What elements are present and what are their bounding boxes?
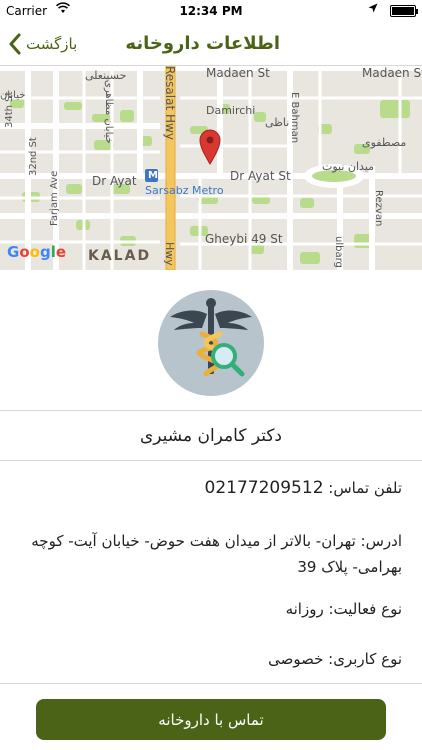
phone-row[interactable]: تلفن تماس: 02177209512	[205, 478, 402, 498]
divider	[0, 683, 422, 684]
map-label: KALAD	[88, 248, 152, 264]
activity-value: روزانه	[285, 600, 324, 618]
status-time: 12:34 PM	[179, 4, 243, 18]
map-label: ulbarg St	[333, 236, 344, 270]
navigation-bar: بازگشت اطلاعات داروخانه	[0, 22, 422, 66]
address-value: تهران- بالاتر از میدان هفت حوض- خیابان آ…	[31, 532, 402, 576]
map-label: Madaen St	[362, 66, 422, 80]
google-logo: Google	[7, 243, 66, 261]
battery-icon	[390, 5, 418, 17]
metro-badge: M	[148, 170, 158, 181]
usage-label: نوع کاربری:	[328, 650, 402, 668]
map-label: Dr Ayat St	[230, 169, 291, 183]
google-letter: o	[29, 243, 40, 261]
usage-row: نوع کاربری: خصوصی	[268, 650, 402, 668]
google-letter: o	[19, 243, 30, 261]
location-arrow-icon	[368, 3, 378, 16]
status-bar: Carrier 12:34 PM	[0, 0, 422, 22]
chevron-left-icon	[9, 33, 21, 55]
address-row: ادرس: تهران- بالاتر از میدان هفت حوض- خی…	[22, 528, 402, 580]
map-label: Sarsabz Metro	[145, 184, 224, 197]
map-label: E Bahman	[289, 92, 300, 144]
address-label: ادرس:	[360, 532, 402, 550]
map-label: Madaen St	[206, 66, 270, 80]
map-label: خیابان مظاهری	[103, 80, 114, 144]
map-view[interactable]: حسینعلی Madaen St Madaen St خیابان خیابا…	[0, 66, 422, 270]
map-label: 32nd St	[28, 137, 39, 176]
divider	[0, 410, 422, 411]
phone-value: 02177209512	[204, 478, 324, 498]
call-pharmacy-button[interactable]: تماس با داروخانه	[36, 699, 386, 740]
map-label: Rezvan	[373, 190, 384, 227]
phone-label: تلفن تماس:	[328, 479, 402, 497]
map-label: 34th St	[4, 91, 15, 128]
back-button[interactable]: بازگشت	[8, 30, 77, 58]
map-label: Farjam Ave	[49, 170, 60, 226]
doctor-name: دکتر کامران مشیری	[139, 426, 283, 446]
map-label: مصطفوی	[362, 136, 407, 149]
avatar	[158, 290, 264, 396]
activity-label: نوع فعالیت:	[328, 600, 403, 618]
map-label: Damirchi	[206, 104, 256, 117]
divider	[0, 460, 422, 461]
usage-value: خصوصی	[268, 650, 324, 668]
map-label: میدان نبوت	[322, 160, 375, 173]
google-letter: G	[7, 243, 20, 261]
page-title: اطلاعات داروخانه	[125, 33, 280, 54]
caduceus-magnifier-icon	[170, 298, 252, 377]
battery-level	[392, 7, 414, 15]
back-label: بازگشت	[26, 35, 78, 53]
map-label: ناظی	[265, 116, 290, 129]
google-letter: g	[39, 243, 51, 261]
activity-row: نوع فعالیت: روزانه	[286, 600, 402, 618]
map-label: Resalat Hwy	[163, 66, 177, 140]
map-label: Gheybi 49 St	[205, 232, 283, 246]
map-label: Dr Ayat	[92, 174, 137, 188]
google-letter: e	[55, 243, 67, 261]
map-label: Hwy	[163, 242, 176, 266]
profile-header	[0, 270, 422, 410]
